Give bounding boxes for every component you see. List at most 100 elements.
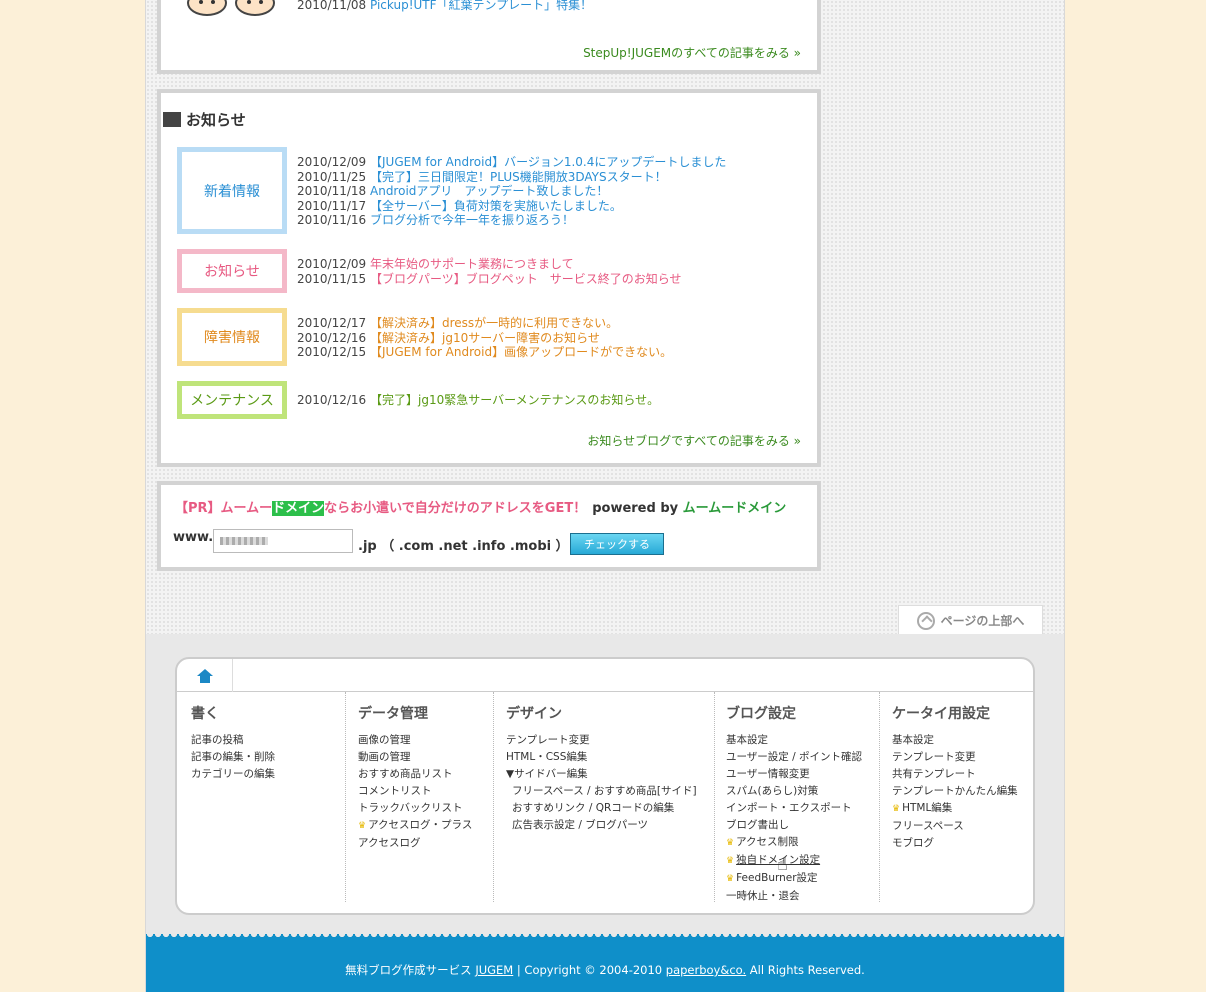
list-item: 2010/11/16 ブログ分析で今年一年を振り返ろう！ <box>297 213 575 227</box>
news-link[interactable]: 【完了】三日間限定！PLUS機能開放3DAYSスタート！ <box>370 170 667 184</box>
news-link[interactable]: 【解決済み】jg10サーバー障害のお知らせ <box>370 331 600 345</box>
list-item: 2010/12/17 【解決済み】dressが一時的に利用できない。 <box>297 316 619 330</box>
menu-item[interactable]: スパム(あらし)対策 <box>726 783 862 800</box>
domain-input[interactable] <box>213 529 353 553</box>
menu-column-blog-settings: ブログ設定 基本設定 ユーザー設定 / ポイント確認 ユーザー情報変更 スパム(… <box>726 703 862 905</box>
news-link[interactable]: 【JUGEM for Android】画像アップロードができない。 <box>370 345 672 359</box>
category-new-badge[interactable]: 新着情報 <box>177 147 287 234</box>
news-link[interactable]: 【ブログパーツ】ブログペット サービス終了のお知らせ <box>370 272 682 286</box>
menu-column-mobile-settings: ケータイ用設定 基本設定 テンプレート変更 共有テンプレート テンプレートかんた… <box>892 703 1018 852</box>
menu-item[interactable]: 一時休止・退会 <box>726 888 862 905</box>
admin-menu-area: 書く 記事の投稿 記事の編集・削除 カテゴリーの編集 データ管理 画像の管理 動… <box>146 634 1064 936</box>
column-divider <box>493 692 494 902</box>
menu-tabbar <box>177 659 1033 692</box>
news-list-fault: 2010/12/17 【解決済み】dressが一時的に利用できない。 2010/… <box>297 316 672 360</box>
column-divider <box>879 692 880 902</box>
menu-column-data: データ管理 画像の管理 動画の管理 おすすめ商品リスト コメントリスト トラック… <box>358 703 472 852</box>
home-icon <box>196 668 213 683</box>
menu-item[interactable]: テンプレート変更 <box>892 749 1018 766</box>
menu-item-crowned[interactable]: ♛ HTML編集 <box>892 800 1018 818</box>
menu-item[interactable]: おすすめ商品リスト <box>358 766 472 783</box>
admin-menu: 書く 記事の投稿 記事の編集・削除 カテゴリーの編集 データ管理 画像の管理 動… <box>175 657 1035 915</box>
menu-item[interactable]: ▼サイドバー編集 <box>506 766 697 783</box>
category-maintenance-badge[interactable]: メンテナンス <box>177 381 287 419</box>
news-list-maintenance: 2010/12/16 【完了】jg10緊急サーバーメンテナンスのお知らせ。 <box>297 393 659 408</box>
heading-square-icon <box>163 112 181 127</box>
menu-item[interactable]: 記事の投稿 <box>191 732 275 749</box>
menu-item[interactable]: カテゴリーの編集 <box>191 766 275 783</box>
menu-item[interactable]: おすすめリンク / QRコードの編集 <box>506 800 697 817</box>
paperboy-link[interactable]: paperboy&co. <box>666 963 746 977</box>
list-item: 2010/12/09 【JUGEM for Android】バージョン1.0.4… <box>297 155 727 169</box>
menu-item[interactable]: 共有テンプレート <box>892 766 1018 783</box>
menu-item[interactable]: 基本設定 <box>726 732 862 749</box>
news-box: お知らせ 新着情報 2010/12/09 【JUGEM for Android】… <box>157 89 821 467</box>
stepup-box: 2010/11/08 Pickup!UTF「紅葉テンプレート」特集！ StepU… <box>157 0 821 74</box>
menu-item[interactable]: モブログ <box>892 835 1018 852</box>
domain-pr-box: 【PR】ムームードメインならお小遣いで自分だけのアドレスをGET！ powered… <box>157 481 821 571</box>
menu-item[interactable]: テンプレート変更 <box>506 732 697 749</box>
menu-item[interactable]: ブログ書出し <box>726 817 862 834</box>
news-link[interactable]: 【JUGEM for Android】バージョン1.0.4にアップデートしました <box>370 155 726 169</box>
news-list-info: 2010/12/09 年末年始のサポート業務につきまして 2010/11/15 … <box>297 257 682 286</box>
menu-item[interactable]: フリースペース <box>892 818 1018 835</box>
list-item: 2010/12/15 【JUGEM for Android】画像アップロードがで… <box>297 345 673 359</box>
menu-item-crowned[interactable]: ♛ アクセス制限 <box>726 834 862 852</box>
list-item: 2010/12/09 年末年始のサポート業務につきまして <box>297 257 574 271</box>
www-label: www. <box>173 530 214 545</box>
news-more-link[interactable]: お知らせブログですべての記事をみる » <box>587 432 801 449</box>
column-divider <box>345 692 346 902</box>
news-list-new: 2010/12/09 【JUGEM for Android】バージョン1.0.4… <box>297 155 726 228</box>
news-link[interactable]: Androidアプリ アップデート致しました！ <box>370 184 608 198</box>
menu-item[interactable]: アクセスログ <box>358 835 472 852</box>
category-fault-badge[interactable]: 障害情報 <box>177 308 287 366</box>
news-link[interactable]: 【完了】jg10緊急サーバーメンテナンスのお知らせ。 <box>370 393 659 407</box>
menu-item[interactable]: テンプレートかんたん編集 <box>892 783 1018 800</box>
menu-item[interactable]: フリースペース / おすすめ商品[サイド] <box>506 783 697 800</box>
menu-item[interactable]: ユーザー情報変更 <box>726 766 862 783</box>
menu-item[interactable]: ユーザー設定 / ポイント確認 <box>726 749 862 766</box>
menu-item[interactable]: 画像の管理 <box>358 732 472 749</box>
menu-item-crowned[interactable]: ♛ 独自ドメイン設定 <box>726 852 862 870</box>
menu-item[interactable]: 動画の管理 <box>358 749 472 766</box>
list-item: 2010/12/16 【解決済み】jg10サーバー障害のお知らせ <box>297 330 600 345</box>
category-info-badge[interactable]: お知らせ <box>177 249 287 293</box>
menu-item-crowned[interactable]: ♛ FeedBurner設定 <box>726 870 862 888</box>
news-heading: お知らせ <box>163 109 246 130</box>
pr-text[interactable]: 【PR】ムームードメインならお小遣いで自分だけのアドレスをGET！ powered… <box>175 497 786 516</box>
news-link[interactable]: 【全サーバー】負荷対策を実施いたしました。 <box>370 199 622 213</box>
jugem-link[interactable]: JUGEM <box>475 963 513 977</box>
check-button[interactable]: チェックする <box>570 533 664 555</box>
stepup-more-link[interactable]: StepUp!JUGEMのすべての記事をみる » <box>583 44 801 61</box>
menu-item[interactable]: トラックバックリスト <box>358 800 472 817</box>
column-title: データ管理 <box>358 706 428 722</box>
column-title: 書く <box>191 706 219 722</box>
home-tab[interactable] <box>177 659 233 692</box>
menu-item[interactable]: コメントリスト <box>358 783 472 800</box>
menu-item[interactable]: 広告表示設定 / ブログパーツ <box>506 817 697 834</box>
stepup-article-row: 2010/11/08 Pickup!UTF「紅葉テンプレート」特集！ <box>297 0 592 13</box>
crown-icon: ♛ <box>892 804 901 814</box>
copyright: 無料ブログ作成サービス JUGEM | Copyright © 2004-201… <box>345 963 865 977</box>
page-top-button[interactable]: ページの上部へ <box>898 605 1043 635</box>
news-link[interactable]: 年末年始のサポート業務につきまして <box>370 257 574 271</box>
news-link[interactable]: ブログ分析で今年一年を振り返ろう！ <box>370 213 574 227</box>
mascot-illustration <box>187 0 287 16</box>
list-item: 2010/11/18 Androidアプリ アップデート致しました！ <box>297 184 609 198</box>
domain-suffix: .jp （ .com .net .info .mobi ） <box>358 539 569 554</box>
footer-wave-border <box>146 934 1064 939</box>
menu-item[interactable]: 基本設定 <box>892 732 1018 749</box>
column-title: ケータイ用設定 <box>892 706 990 722</box>
blurred-text <box>220 537 268 545</box>
footer: 無料ブログ作成サービス JUGEM | Copyright © 2004-201… <box>146 934 1064 992</box>
menu-item-crowned[interactable]: ♛ アクセスログ・プラス <box>358 817 472 835</box>
page-wrapper: 2010/11/08 Pickup!UTF「紅葉テンプレート」特集！ StepU… <box>145 0 1065 992</box>
menu-item[interactable]: 記事の編集・削除 <box>191 749 275 766</box>
hand-cursor-icon: ☝ <box>777 854 788 875</box>
article-link[interactable]: Pickup!UTF「紅葉テンプレート」特集！ <box>370 0 592 12</box>
menu-item[interactable]: HTML・CSS編集 <box>506 749 697 766</box>
crown-icon: ♛ <box>726 874 735 884</box>
up-arrow-icon <box>916 611 935 630</box>
news-link[interactable]: 【解決済み】dressが一時的に利用できない。 <box>370 316 618 330</box>
menu-item[interactable]: インポート・エクスポート <box>726 800 862 817</box>
